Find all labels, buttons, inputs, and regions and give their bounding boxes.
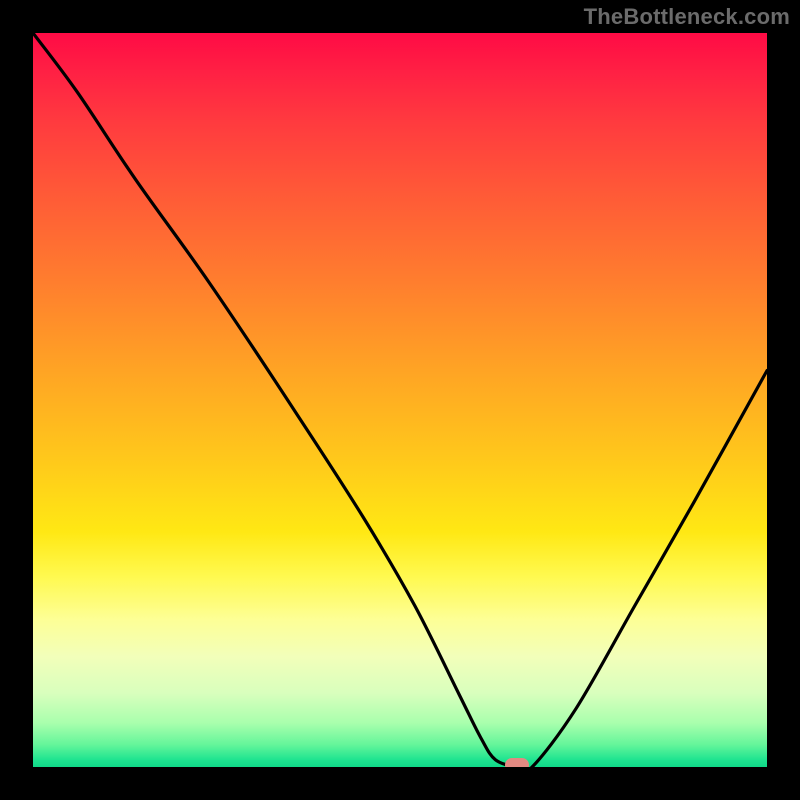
plot-area [33, 33, 767, 767]
watermark-text: TheBottleneck.com [584, 4, 790, 30]
chart-frame: TheBottleneck.com [0, 0, 800, 800]
bottleneck-curve [33, 33, 767, 767]
optimal-point-marker [505, 758, 529, 767]
